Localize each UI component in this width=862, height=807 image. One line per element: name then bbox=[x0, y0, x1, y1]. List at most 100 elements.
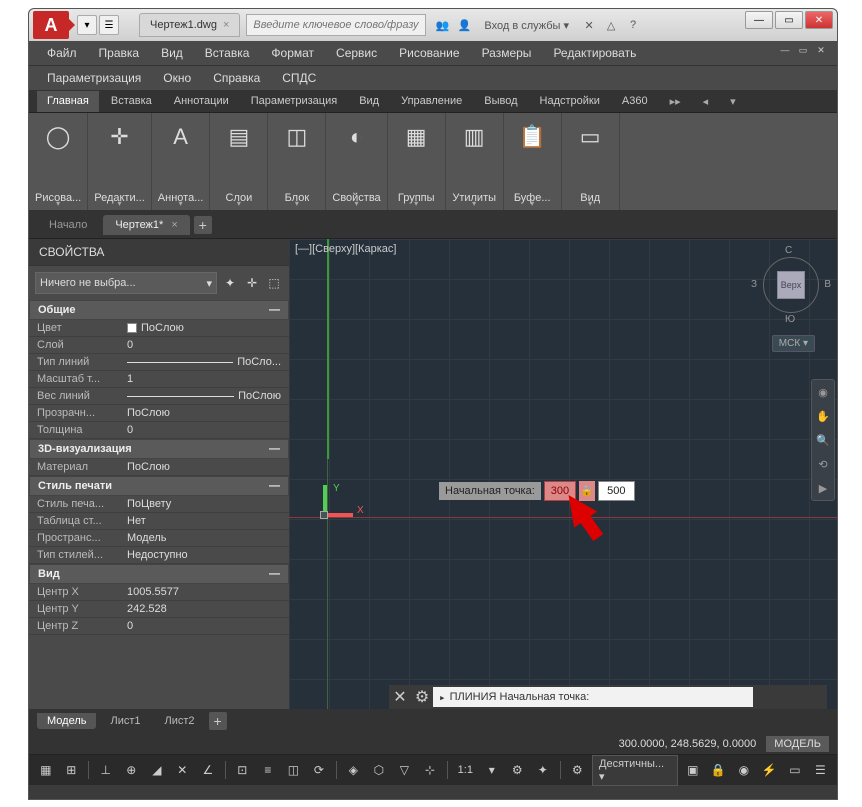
menu-спдс[interactable]: СПДС bbox=[272, 68, 326, 88]
mdi-close-button[interactable]: ✕ bbox=[813, 43, 829, 57]
selection-dropdown[interactable]: Ничего не выбра...▾ bbox=[35, 272, 217, 294]
props-section-Стиль печати[interactable]: Стиль печати— bbox=[29, 476, 289, 496]
model-space-button[interactable]: МОДЕЛЬ bbox=[766, 736, 829, 752]
maximize-button[interactable]: ▭ bbox=[775, 11, 803, 29]
new-layout-button[interactable]: + bbox=[209, 712, 227, 730]
isoplane-icon[interactable]: ◢ bbox=[146, 759, 168, 781]
hw-accel-icon[interactable]: ⚡ bbox=[759, 759, 781, 781]
doc-tab-0[interactable]: Начало bbox=[37, 215, 99, 235]
props-row[interactable]: Слой0 bbox=[29, 337, 289, 354]
nav-pan-icon[interactable]: ✋ bbox=[815, 408, 831, 424]
dyn-input-icon[interactable]: ⊡ bbox=[232, 759, 254, 781]
cycling-icon[interactable]: ⟳ bbox=[308, 759, 330, 781]
ortho-icon[interactable]: ⊥ bbox=[95, 759, 117, 781]
drawing-canvas[interactable]: [—][Сверху][Каркас] Y X Начальная точка:… bbox=[289, 239, 837, 709]
units-dropdown[interactable]: Десятичны... ▾ bbox=[592, 755, 678, 786]
panel-Свойства[interactable]: ◐Свойства▾ bbox=[326, 113, 387, 210]
viewcube[interactable]: Верх С В Ю З bbox=[755, 249, 827, 321]
exchange-icon[interactable]: ✕ bbox=[581, 17, 597, 33]
ribbon-tab-1[interactable]: Вставка bbox=[101, 91, 162, 112]
gizmo-icon[interactable]: ⊹ bbox=[419, 759, 441, 781]
lineweight-icon[interactable]: ≡ bbox=[257, 759, 279, 781]
props-row[interactable]: Прозрачн...ПоСлою bbox=[29, 405, 289, 422]
props-row[interactable]: Масштаб т...1 bbox=[29, 371, 289, 388]
isolate-icon[interactable]: ◉ bbox=[733, 759, 755, 781]
customize-icon[interactable]: ☰ bbox=[810, 759, 832, 781]
menu-вид[interactable]: Вид bbox=[151, 43, 193, 63]
nav-orbit-icon[interactable]: ⟲ bbox=[815, 456, 831, 472]
props-row[interactable]: Вес линийПоСлою bbox=[29, 388, 289, 405]
panel-Группы[interactable]: ▦Группы▾ bbox=[388, 113, 446, 210]
minimize-button[interactable]: — bbox=[745, 11, 773, 29]
cmdline-config-icon[interactable]: ⚙ bbox=[411, 686, 433, 708]
menu-рисование[interactable]: Рисование bbox=[389, 43, 469, 63]
ducs-icon[interactable]: ⬡ bbox=[368, 759, 390, 781]
menu-сервис[interactable]: Сервис bbox=[326, 43, 387, 63]
ucs-icon[interactable]: Y X bbox=[323, 485, 353, 517]
menu-размеры[interactable]: Размеры bbox=[472, 43, 542, 63]
anno-scale-icon[interactable]: ▾ bbox=[481, 759, 503, 781]
filter-icon[interactable]: ▽ bbox=[394, 759, 416, 781]
mdi-min-button[interactable]: — bbox=[777, 43, 793, 57]
ribbon-tab-0[interactable]: Главная bbox=[37, 91, 99, 112]
props-row[interactable]: Центр X1005.5577 bbox=[29, 584, 289, 601]
lock-ui-icon[interactable]: 🔒 bbox=[708, 759, 730, 781]
quick-select-icon[interactable]: ✦ bbox=[221, 274, 239, 292]
panel-Аннота...[interactable]: AАннота...▾ bbox=[152, 113, 211, 210]
menu-окно[interactable]: Окно bbox=[153, 68, 201, 88]
ribbon-arrow-icon[interactable]: ▸▸ bbox=[660, 91, 691, 112]
ribbon-arrow-icon[interactable]: ▾ bbox=[720, 91, 746, 112]
document-title-tab[interactable]: Чертеж1.dwg × bbox=[139, 13, 240, 37]
props-row[interactable]: Таблица ст...Нет bbox=[29, 513, 289, 530]
a360-icon[interactable]: △ bbox=[603, 17, 619, 33]
doc-tab-1[interactable]: Чертеж1*× bbox=[103, 215, 189, 235]
dyn-y-input[interactable]: 500 bbox=[598, 481, 634, 501]
qat-new-icon[interactable]: ▾ bbox=[77, 15, 97, 35]
menu-правка[interactable]: Правка bbox=[89, 43, 150, 63]
panel-Слои[interactable]: ▤Слои▾ bbox=[210, 113, 268, 210]
mdi-max-button[interactable]: ▭ bbox=[795, 43, 811, 57]
app-logo[interactable]: A bbox=[33, 11, 69, 39]
snap-toggle-icon[interactable]: ⊞ bbox=[61, 759, 83, 781]
transparency-icon[interactable]: ◫ bbox=[283, 759, 305, 781]
cleanscreen-icon[interactable]: ▭ bbox=[784, 759, 806, 781]
props-row[interactable]: Пространс...Модель bbox=[29, 530, 289, 547]
props-row[interactable]: МатериалПоСлою bbox=[29, 459, 289, 476]
anno-auto-icon[interactable]: ✦ bbox=[532, 759, 554, 781]
infocenter-icon[interactable]: 👥 bbox=[434, 17, 450, 33]
menu-вставка[interactable]: Вставка bbox=[195, 43, 260, 63]
panel-Редакти...[interactable]: ✛Редакти...▾ bbox=[88, 113, 152, 210]
ribbon-tab-4[interactable]: Вид bbox=[349, 91, 389, 112]
props-row[interactable]: Стиль печа...ПоЦвету bbox=[29, 496, 289, 513]
quickprops-icon[interactable]: ▣ bbox=[682, 759, 704, 781]
workspace-icon[interactable]: ⚙ bbox=[567, 759, 589, 781]
new-doc-button[interactable]: + bbox=[194, 216, 212, 234]
layout-tab-2[interactable]: Лист2 bbox=[155, 713, 205, 729]
menu-редактировать[interactable]: Редактировать bbox=[543, 43, 646, 63]
command-input[interactable]: ▸ ПЛИНИЯ Начальная точка: bbox=[433, 687, 753, 707]
menu-параметризация[interactable]: Параметризация bbox=[37, 68, 151, 88]
nav-wheel-icon[interactable]: ◉ bbox=[815, 384, 831, 400]
ribbon-arrow-icon[interactable]: ◂ bbox=[693, 91, 719, 112]
nav-showmotion-icon[interactable]: ▶ bbox=[815, 480, 831, 496]
ribbon-tab-6[interactable]: Вывод bbox=[474, 91, 527, 112]
viewport-label[interactable]: [—][Сверху][Каркас] bbox=[295, 243, 396, 255]
anno-scale-label[interactable]: 1:1 bbox=[454, 764, 477, 776]
search-input[interactable] bbox=[246, 14, 426, 36]
help-icon[interactable]: ? bbox=[625, 17, 641, 33]
anno-visibility-icon[interactable]: ⚙ bbox=[506, 759, 528, 781]
wcs-dropdown[interactable]: МСК ▾ bbox=[772, 335, 815, 352]
nav-zoom-icon[interactable]: 🔍 bbox=[815, 432, 831, 448]
cmdline-close-icon[interactable]: ✕ bbox=[389, 686, 411, 708]
user-icon[interactable]: 👤 bbox=[456, 17, 472, 33]
pick-add-icon[interactable]: ✛ bbox=[243, 274, 261, 292]
props-section-Вид[interactable]: Вид— bbox=[29, 564, 289, 584]
props-section-Общие[interactable]: Общие— bbox=[29, 300, 289, 320]
props-section-3D-визуализация[interactable]: 3D-визуализация— bbox=[29, 439, 289, 459]
close-tab-icon[interactable]: × bbox=[171, 219, 177, 231]
signin-link[interactable]: Вход в службы ▾ bbox=[484, 19, 569, 32]
props-row[interactable]: Центр Z0 bbox=[29, 618, 289, 635]
panel-Блок[interactable]: ◫Блок▾ bbox=[268, 113, 326, 210]
props-row[interactable]: Толщина0 bbox=[29, 422, 289, 439]
ribbon-tab-7[interactable]: Надстройки bbox=[530, 91, 610, 112]
